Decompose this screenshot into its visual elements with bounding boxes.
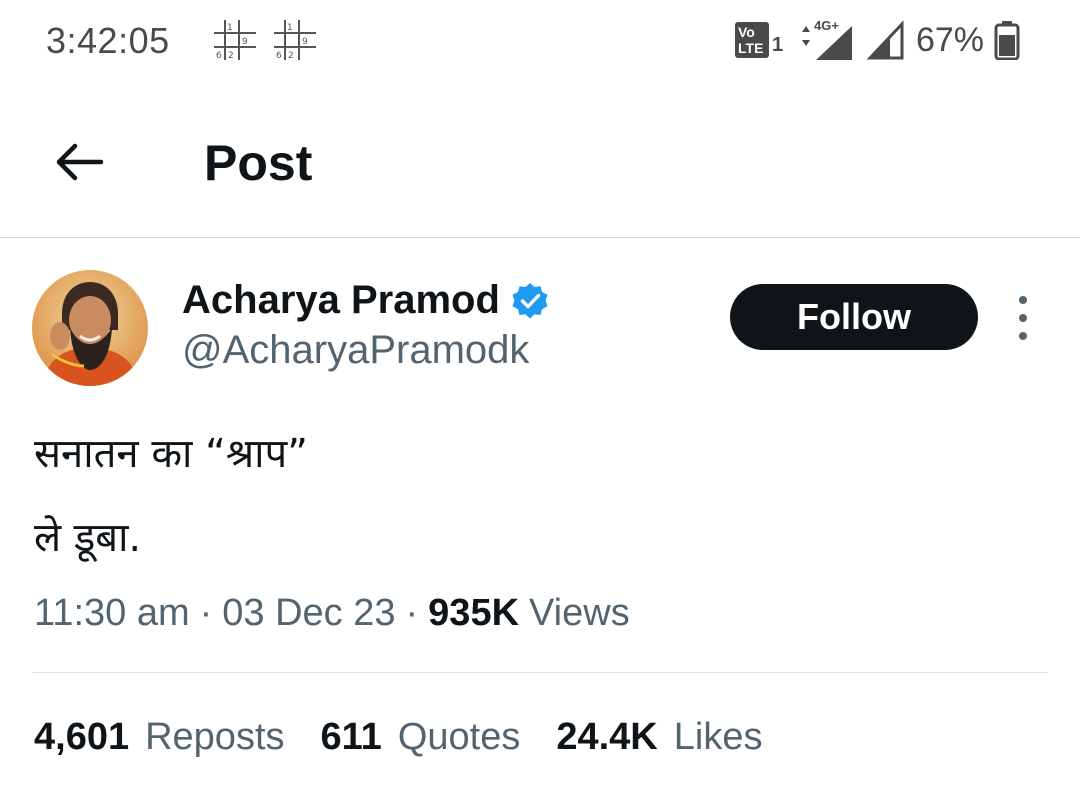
status-time: 3:42:05 bbox=[46, 20, 170, 61]
notification-app-icon-2: 196 2 bbox=[274, 20, 316, 61]
engagement-stats: 4,601 Reposts 611 Quotes 24.4K Likes bbox=[34, 716, 798, 759]
likes-label: Likes bbox=[673, 716, 763, 758]
reposts-stat[interactable]: 4,601 Reposts bbox=[34, 716, 285, 759]
svg-text:2: 2 bbox=[288, 51, 294, 61]
signal-4g-icon: 4G+ bbox=[801, 18, 852, 60]
views-label: Views bbox=[529, 592, 630, 634]
back-button[interactable] bbox=[44, 132, 114, 192]
volte-icon: Vo LTE 1 bbox=[734, 22, 783, 58]
follow-button[interactable]: Follow bbox=[730, 284, 978, 350]
notification-app-icon: 196 2 bbox=[214, 20, 256, 61]
svg-text:1: 1 bbox=[287, 23, 293, 33]
author-name: Acharya Pramod bbox=[182, 278, 500, 322]
svg-text:4G+: 4G+ bbox=[814, 18, 839, 33]
likes-stat[interactable]: 24.4K Likes bbox=[556, 716, 762, 759]
author-avatar[interactable] bbox=[32, 270, 148, 386]
tweet-time[interactable]: 11:30 am bbox=[34, 592, 190, 635]
svg-text:9: 9 bbox=[242, 37, 248, 47]
quotes-label: Quotes bbox=[397, 716, 521, 758]
svg-text:Vo: Vo bbox=[738, 24, 755, 40]
more-options-button[interactable] bbox=[1008, 296, 1038, 340]
likes-count: 24.4K bbox=[556, 716, 658, 758]
meta-separator: · bbox=[405, 592, 419, 634]
svg-text:LTE: LTE bbox=[738, 40, 763, 56]
meta-separator: · bbox=[199, 592, 213, 634]
battery-percent: 67% bbox=[915, 20, 984, 59]
page-title: Post bbox=[204, 135, 313, 191]
views-count: 935K bbox=[428, 592, 520, 634]
author-handle[interactable]: @AcharyaPramodk bbox=[182, 328, 529, 373]
status-right-cluster: Vo LTE 1 4G+ 67% bbox=[734, 18, 1020, 62]
meta-divider bbox=[32, 672, 1048, 673]
svg-text:1: 1 bbox=[227, 23, 233, 33]
svg-text:6: 6 bbox=[276, 51, 282, 61]
signal-strength-icon bbox=[866, 20, 904, 60]
svg-text:6: 6 bbox=[216, 51, 222, 61]
verified-badge-icon bbox=[512, 282, 548, 318]
svg-text:9: 9 bbox=[302, 37, 308, 47]
status-bar: 3:42:05 1962 1962 Vo LTE 1 4G+ 67% bbox=[0, 0, 1080, 80]
quotes-stat[interactable]: 611 Quotes bbox=[321, 716, 521, 759]
tweet-meta: 11:30 am · 03 Dec 23 · 935K Views bbox=[34, 592, 630, 635]
tweet-date[interactable]: 03 Dec 23 bbox=[222, 592, 395, 635]
svg-text:1: 1 bbox=[772, 34, 783, 56]
quotes-count: 611 bbox=[320, 716, 382, 758]
back-arrow-icon bbox=[56, 143, 104, 181]
reposts-count: 4,601 bbox=[34, 716, 130, 758]
more-dot-icon bbox=[1019, 332, 1027, 340]
reposts-label: Reposts bbox=[145, 716, 285, 758]
more-dot-icon bbox=[1019, 314, 1027, 322]
more-dot-icon bbox=[1019, 296, 1027, 304]
header-divider bbox=[0, 237, 1080, 238]
tweet-text: सनातन का “श्राप” ले डूबा. bbox=[34, 431, 308, 561]
avatar-image bbox=[32, 270, 148, 386]
author-name-row[interactable]: Acharya Pramod bbox=[182, 278, 550, 323]
svg-text:2: 2 bbox=[228, 51, 234, 61]
battery-icon bbox=[994, 21, 1020, 60]
top-app-bar: Post bbox=[0, 110, 1080, 220]
